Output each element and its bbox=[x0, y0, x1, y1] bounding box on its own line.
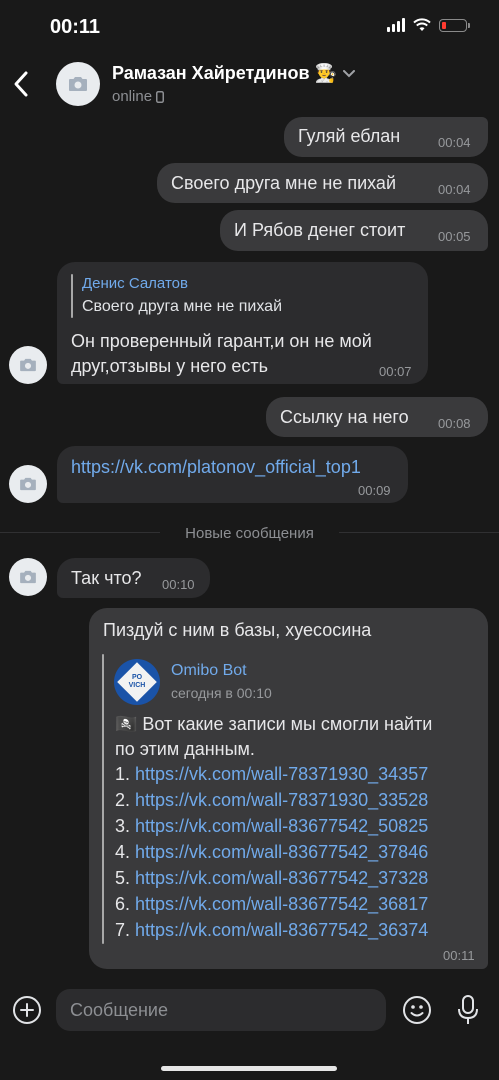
result-link[interactable]: https://vk.com/wall-83677542_36374 bbox=[135, 920, 428, 940]
bot-avatar[interactable]: PO VICH bbox=[114, 659, 160, 705]
result-list: 1. https://vk.com/wall-78371930_34357 2.… bbox=[115, 761, 487, 943]
result-link[interactable]: https://vk.com/wall-78371930_33528 bbox=[135, 790, 428, 810]
contact-status: online bbox=[112, 88, 165, 105]
forward-intro-line2: по этим данным. bbox=[115, 739, 255, 759]
message-time: 00:04 bbox=[438, 135, 471, 150]
list-number: 6. bbox=[115, 894, 131, 914]
list-item: 7. https://vk.com/wall-83677542_36374 bbox=[115, 917, 487, 943]
message-time: 00:10 bbox=[162, 577, 195, 592]
bot-logo: PO VICH bbox=[117, 662, 157, 702]
list-number: 3. bbox=[115, 816, 131, 836]
camera-icon bbox=[20, 358, 36, 372]
message-time: 00:09 bbox=[358, 483, 391, 498]
result-link[interactable]: https://vk.com/wall-83677542_36817 bbox=[135, 894, 428, 914]
list-item: 6. https://vk.com/wall-83677542_36817 bbox=[115, 891, 487, 917]
message-text-line1: Он проверенный гарант,и он не мой bbox=[71, 331, 372, 351]
outgoing-message[interactable]: Гуляй еблан 00:04 bbox=[284, 117, 488, 157]
result-link[interactable]: https://vk.com/wall-78371930_34357 bbox=[135, 764, 428, 784]
avatar[interactable] bbox=[9, 346, 47, 384]
message-text: Гуляй еблан bbox=[298, 126, 401, 146]
message-link[interactable]: https://vk.com/platonov_official_top1 bbox=[71, 454, 361, 480]
list-item: 2. https://vk.com/wall-78371930_33528 bbox=[115, 787, 487, 813]
incoming-message[interactable]: Денис Салатов Своего друга мне не пихай … bbox=[57, 262, 428, 384]
message-time: 00:08 bbox=[438, 416, 471, 431]
message-input[interactable]: Сообщение bbox=[56, 989, 386, 1031]
message-text-line2: друг,отзывы у него есть bbox=[71, 356, 268, 376]
message-text: Пиздуй с ним в базы, хуесосина bbox=[103, 620, 372, 640]
outgoing-message[interactable]: И Рябов денег стоит 00:05 bbox=[220, 210, 488, 251]
camera-icon bbox=[20, 477, 36, 491]
plus-circle-icon[interactable] bbox=[12, 995, 42, 1025]
online-status: online bbox=[112, 88, 153, 105]
forward-time: сегодня в 00:10 bbox=[171, 685, 272, 701]
contact-name-row[interactable]: Рамазан Хайретдинов 👨‍🍳 bbox=[112, 63, 355, 84]
forward-author[interactable]: Omibo Bot bbox=[171, 662, 247, 680]
new-messages-divider: Новые сообщения bbox=[185, 525, 314, 542]
list-item: 1. https://vk.com/wall-78371930_34357 bbox=[115, 761, 487, 787]
avatar[interactable] bbox=[9, 558, 47, 596]
message-time: 00:04 bbox=[438, 182, 471, 197]
message-time: 00:05 bbox=[438, 229, 471, 244]
smile-icon[interactable] bbox=[402, 995, 432, 1025]
forward-intro-line1: 🏴‍☠️ Вот какие записи мы смогли найти bbox=[115, 714, 433, 734]
message-text: Своего друга мне не пихай bbox=[171, 173, 396, 193]
incoming-message[interactable]: https://vk.com/platonov_official_top1 00… bbox=[57, 446, 408, 503]
chevron-down-icon bbox=[342, 69, 355, 77]
avatar[interactable] bbox=[56, 62, 100, 106]
chevron-left-icon[interactable] bbox=[10, 68, 32, 100]
list-number: 2. bbox=[115, 790, 131, 810]
home-indicator bbox=[161, 1066, 337, 1071]
result-link[interactable]: https://vk.com/wall-83677542_50825 bbox=[135, 816, 428, 836]
message-time: 00:11 bbox=[443, 948, 475, 963]
outgoing-message[interactable]: Ссылку на него 00:08 bbox=[266, 397, 488, 437]
message-time: 00:07 bbox=[379, 364, 412, 379]
message-text: Так что? bbox=[71, 568, 142, 588]
incoming-message[interactable]: Так что? 00:10 bbox=[57, 558, 210, 598]
list-number: 7. bbox=[115, 920, 131, 940]
outgoing-message[interactable]: Своего друга мне не пихай 00:04 bbox=[157, 163, 488, 203]
result-link[interactable]: https://vk.com/wall-83677542_37328 bbox=[135, 868, 428, 888]
reply-bar bbox=[71, 274, 73, 318]
camera-icon bbox=[69, 77, 87, 91]
battery-icon bbox=[439, 18, 470, 32]
signal-icon bbox=[387, 18, 405, 32]
wifi-icon bbox=[413, 18, 431, 31]
reply-text: Своего друга мне не пихай bbox=[82, 298, 282, 315]
list-number: 4. bbox=[115, 842, 131, 862]
list-item: 5. https://vk.com/wall-83677542_37328 bbox=[115, 865, 487, 891]
forward-bar bbox=[102, 654, 104, 944]
list-number: 5. bbox=[115, 868, 131, 888]
reply-author[interactable]: Денис Салатов bbox=[82, 275, 188, 292]
result-link[interactable]: https://vk.com/wall-83677542_37846 bbox=[135, 842, 428, 862]
microphone-icon[interactable] bbox=[457, 994, 479, 1026]
contact-name: Рамазан Хайретдинов 👨‍🍳 bbox=[112, 63, 337, 83]
status-icons bbox=[387, 18, 470, 32]
outgoing-message[interactable]: Пиздуй с ним в базы, хуесосина PO VICH O… bbox=[89, 608, 488, 969]
status-time: 00:11 bbox=[50, 16, 101, 38]
message-text: Ссылку на него bbox=[280, 407, 409, 427]
bot-logo-text: PO VICH bbox=[128, 674, 146, 689]
message-text: И Рябов денег стоит bbox=[234, 220, 406, 240]
list-item: 3. https://vk.com/wall-83677542_50825 bbox=[115, 813, 487, 839]
avatar[interactable] bbox=[9, 465, 47, 503]
list-number: 1. bbox=[115, 764, 131, 784]
message-input-placeholder: Сообщение bbox=[70, 1000, 168, 1020]
phone-icon bbox=[156, 90, 165, 103]
list-item: 4. https://vk.com/wall-83677542_37846 bbox=[115, 839, 487, 865]
camera-icon bbox=[20, 570, 36, 584]
